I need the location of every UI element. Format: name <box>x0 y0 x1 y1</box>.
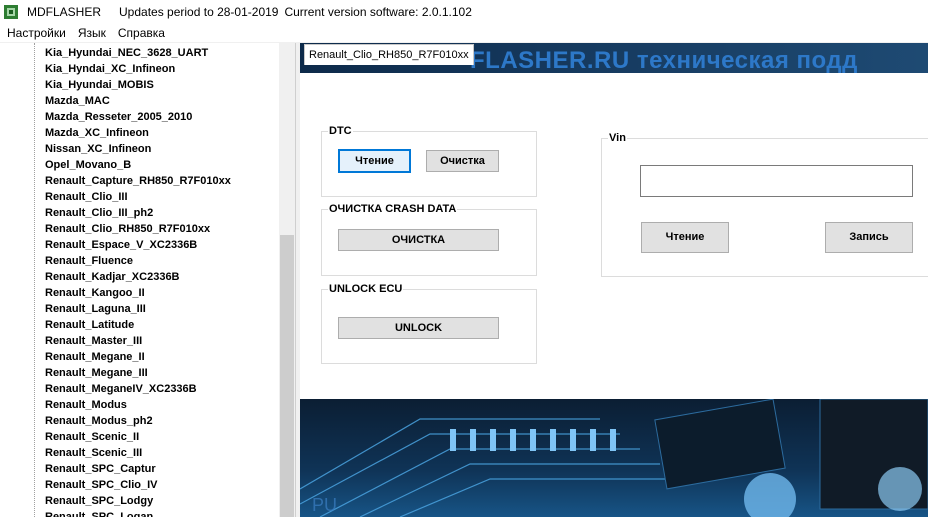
svg-text:PU: PU <box>312 495 337 515</box>
tree-item[interactable]: Renault_Megane_III <box>45 365 148 381</box>
ecu-panel: FLASHER.RU техническая подд Renault_Clio… <box>300 43 928 517</box>
circuit-board-graphic: PU <box>300 399 928 517</box>
tree-item[interactable]: Kia_Hyundai_NEC_3628_UART <box>45 45 208 61</box>
tab-renault-clio-rh850[interactable]: Renault_Clio_RH850_R7F010xx <box>304 44 474 65</box>
tab-content: DTC Чтение Очистка ОЧИСТКА CRASH DATA ОЧ… <box>300 73 928 399</box>
vin-input[interactable] <box>640 165 913 197</box>
tree-item[interactable]: Mazda_XC_Infineon <box>45 125 149 141</box>
tree-item[interactable]: Renault_Clio_III_ph2 <box>45 205 153 221</box>
tree-item[interactable]: Renault_SPC_Captur <box>45 461 156 477</box>
tree-scrollbar-thumb[interactable] <box>280 235 294 517</box>
crash-data-legend: ОЧИСТКА CRASH DATA <box>329 203 457 215</box>
menu-settings[interactable]: Настройки <box>0 26 72 40</box>
title-bar: MDFLASHER Updates period to 28-01-2019 C… <box>0 0 928 23</box>
tree-item[interactable]: Renault_Kangoo_II <box>45 285 145 301</box>
dtc-read-button[interactable]: Чтение <box>338 149 411 173</box>
vin-write-button[interactable]: Запись <box>825 222 913 253</box>
tree-item[interactable]: Renault_Megane_II <box>45 349 145 365</box>
crash-clear-button[interactable]: ОЧИСТКА <box>338 229 499 251</box>
banner-bottom-image: PU <box>300 399 928 517</box>
tree-item[interactable]: Renault_Kadjar_XC2336B <box>45 269 180 285</box>
tree-scrollbar[interactable] <box>279 43 295 517</box>
tree-item[interactable]: Renault_Clio_III <box>45 189 128 205</box>
tree-item[interactable]: Renault_Scenic_III <box>45 445 142 461</box>
ecu-tree[interactable]: Kia_Hyundai_NEC_3628_UART Kia_Hyndai_XC_I… <box>0 43 296 517</box>
tree-item[interactable]: Renault_Laguna_III <box>45 301 146 317</box>
app-icon <box>3 4 19 20</box>
tree-item[interactable]: Renault_SPC_Clio_IV <box>45 477 157 493</box>
tree-item[interactable]: Renault_SPC_Lodgy <box>45 493 153 509</box>
tree-item[interactable]: Renault_Latitude <box>45 317 134 333</box>
tree-item[interactable]: Mazda_MAC <box>45 93 110 109</box>
tree-item[interactable]: Renault_Modus <box>45 397 127 413</box>
tree-item[interactable]: Kia_Hyndai_XC_Infineon <box>45 61 175 77</box>
tree-item[interactable]: Renault_Clio_RH850_R7F010xx <box>45 221 210 237</box>
tree-item[interactable]: Renault_Fluence <box>45 253 133 269</box>
unlock-button[interactable]: UNLOCK <box>338 317 499 339</box>
menu-bar: Настройки Язык Справка <box>0 23 928 42</box>
dtc-legend: DTC <box>329 125 352 137</box>
tree-item[interactable]: Nissan_XC_Infineon <box>45 141 151 157</box>
tree-item[interactable]: Renault_MeganeIV_XC2336B <box>45 381 197 397</box>
unlock-ecu-legend: UNLOCK ECU <box>329 283 403 295</box>
tree-item[interactable]: Renault_Modus_ph2 <box>45 413 153 429</box>
tree-item[interactable]: Renault_Espace_V_XC2336B <box>45 237 197 253</box>
tree-item[interactable]: Renault_Master_III <box>45 333 142 349</box>
tree-item[interactable]: Renault_Capture_RH850_R7F010xx <box>45 173 231 189</box>
tree-item[interactable]: Mazda_Resseter_2005_2010 <box>45 109 192 125</box>
banner-top-text: FLASHER.RU техническая подд <box>470 47 858 73</box>
window-title: MDFLASHER <box>27 4 102 19</box>
menu-language[interactable]: Язык <box>72 26 112 40</box>
vin-legend: Vin <box>609 132 626 144</box>
tree-item[interactable]: Kia_Hyundai_MOBIS <box>45 77 154 93</box>
tree-item[interactable]: Renault_SPC_Logan <box>45 509 153 517</box>
updates-period-text: Updates period to 28-01-2019 <box>119 4 279 19</box>
menu-help[interactable]: Справка <box>112 26 171 40</box>
tree-item[interactable]: Renault_Scenic_II <box>45 429 139 445</box>
tree-connector-line <box>34 43 35 517</box>
dtc-clear-button[interactable]: Очистка <box>426 150 499 172</box>
version-text: Current version software: 2.0.1.102 <box>284 4 472 19</box>
vin-group: Vin <box>601 132 928 277</box>
vin-read-button[interactable]: Чтение <box>641 222 729 253</box>
tree-item[interactable]: Opel_Movano_B <box>45 157 131 173</box>
